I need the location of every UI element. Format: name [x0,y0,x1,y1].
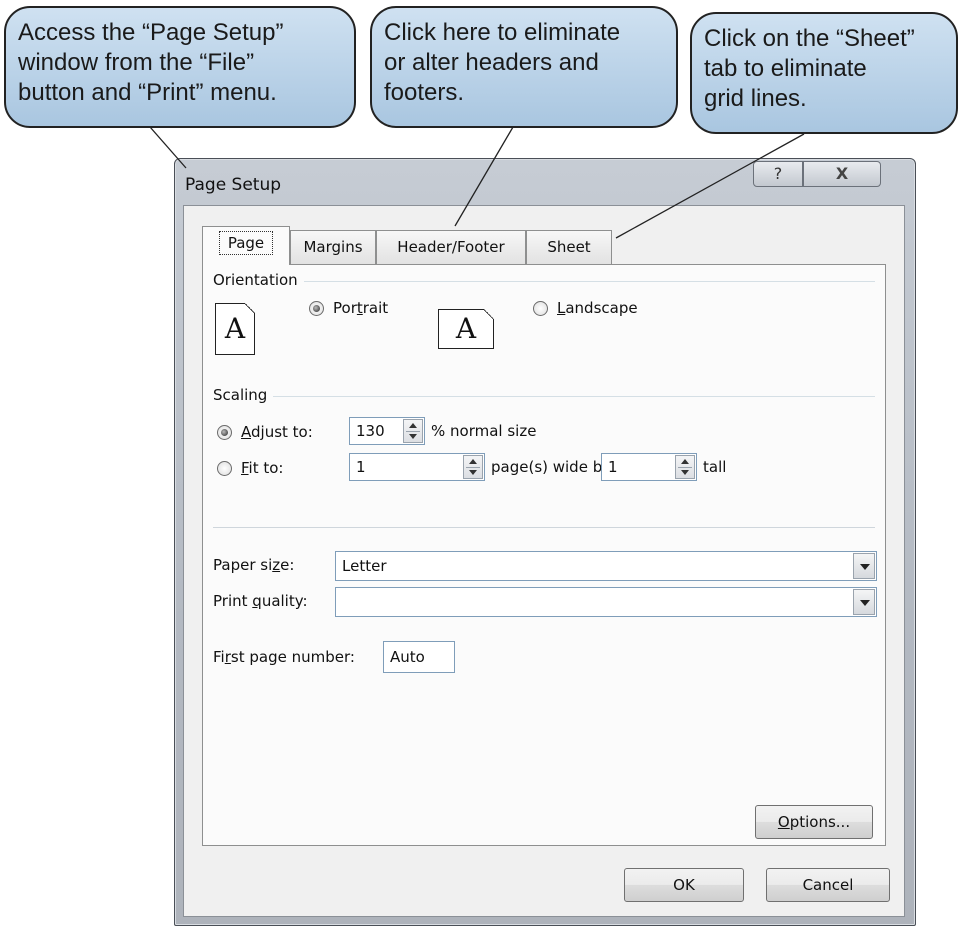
fit-to-radio[interactable]: Fit to: [217,459,283,477]
portrait-page-icon: A [215,303,255,355]
landscape-radio[interactable]: Landscape [533,299,638,317]
pages-wide-suffix: page(s) wide by [491,458,612,476]
orientation-label: Orientation [213,271,304,289]
adjust-to-suffix: % normal size [431,422,537,440]
page-tab-panel: Orientation A Portrait A Landscape Scali… [202,264,886,846]
tab-page[interactable]: Page [202,226,290,265]
close-button[interactable]: X [803,161,881,187]
ok-button[interactable]: OK [624,868,744,902]
first-page-number-label: First page number: [213,648,355,666]
pages-wide-value: 1 [356,458,366,476]
scaling-divider [213,396,875,397]
callout-header-footer: Click here to eliminate or alter headers… [370,6,678,128]
scaling-label: Scaling [213,386,274,404]
page-setup-dialog: Page Setup ? X Page Margins Header/Foote… [174,158,916,926]
first-page-number-input[interactable]: Auto [383,641,455,673]
title-bar[interactable]: Page Setup ? X [175,159,915,207]
pages-wide-spinner[interactable] [463,455,483,479]
adjust-to-label: Adjust to: [241,423,313,441]
fit-to-label: Fit to: [241,459,284,477]
landscape-radio-button[interactable] [533,300,548,316]
callout-sheet-tab: Click on the “Sheet” tab to eliminate gr… [690,12,958,134]
pages-tall-value: 1 [608,458,618,476]
print-quality-select[interactable] [335,587,877,617]
print-quality-label: Print quality: [213,592,308,610]
pages-tall-spinner[interactable] [675,455,695,479]
paper-size-label: Paper size: [213,556,295,574]
portrait-radio[interactable]: Portrait [309,299,388,317]
adjust-to-value: 130 [356,422,385,440]
scaling-bottom-divider [213,527,875,528]
paper-size-value: Letter [342,557,387,575]
tab-sheet[interactable]: Sheet [526,230,612,264]
print-quality-dropdown-arrow-icon[interactable] [853,589,875,615]
adjust-to-radio[interactable]: Adjust to: [217,423,313,441]
fit-to-radio-button[interactable] [217,460,232,476]
help-button[interactable]: ? [753,161,803,187]
pages-tall-suffix: tall [703,458,727,476]
first-page-number-value: Auto [390,648,425,666]
portrait-radio-button[interactable] [309,300,324,316]
portrait-label: Portrait [333,299,389,317]
dialog-title: Page Setup [185,175,282,195]
tab-header-footer[interactable]: Header/Footer [376,230,526,264]
orientation-divider [213,281,875,282]
adjust-to-spinner[interactable] [403,419,423,443]
landscape-label: Landscape [557,299,638,317]
paper-size-select[interactable]: Letter [335,551,877,581]
adjust-to-radio-button[interactable] [217,424,232,440]
dialog-body: Page Margins Header/Footer Sheet Orienta… [183,205,905,917]
tab-margins[interactable]: Margins [290,230,376,264]
paper-size-dropdown-arrow-icon[interactable] [853,553,875,579]
cancel-button[interactable]: Cancel [766,868,890,902]
options-button[interactable]: Options... [755,805,873,839]
tab-page-label: Page [218,231,274,255]
callout-page-setup-access: Access the “Page Setup” window from the … [4,6,356,128]
landscape-page-icon: A [438,309,494,349]
